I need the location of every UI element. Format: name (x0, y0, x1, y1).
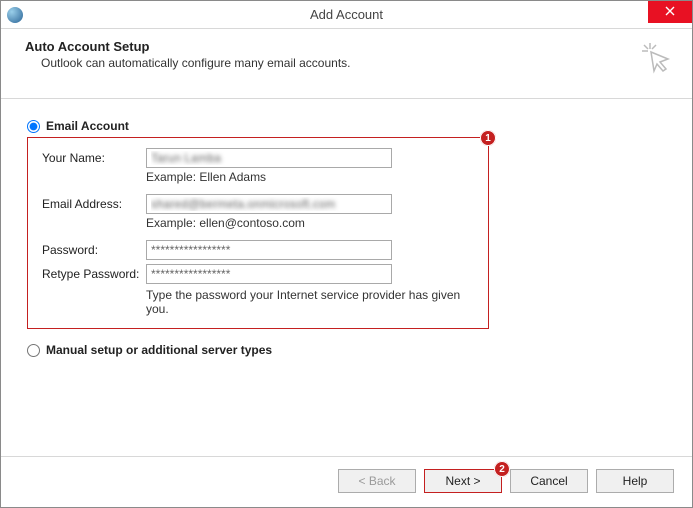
titlebar: Add Account (1, 1, 692, 29)
help-button[interactable]: Help (596, 469, 674, 493)
app-icon (7, 7, 23, 23)
password-row: Password: (42, 240, 474, 260)
email-row: Email Address: (42, 194, 474, 214)
wizard-content: Email Account 1 Your Name: Example: Elle… (1, 99, 692, 456)
cursor-click-icon (638, 39, 674, 80)
email-account-radio-input[interactable] (27, 120, 40, 133)
cancel-button[interactable]: Cancel (510, 469, 588, 493)
manual-setup-radio[interactable]: Manual setup or additional server types (27, 343, 666, 357)
button-bar: < Back Next > 2 Cancel Help (1, 456, 692, 507)
header-subtitle: Outlook can automatically configure many… (41, 56, 351, 70)
callout-badge-2: 2 (494, 461, 510, 477)
name-input[interactable] (146, 148, 392, 168)
retype-password-label: Retype Password: (42, 267, 146, 281)
manual-setup-radio-input[interactable] (27, 344, 40, 357)
name-label: Your Name: (42, 151, 146, 165)
next-button[interactable]: Next > (424, 469, 502, 493)
email-label: Email Address: (42, 197, 146, 211)
back-button: < Back (338, 469, 416, 493)
password-hint: Type the password your Internet service … (146, 288, 474, 316)
close-button[interactable] (648, 1, 692, 23)
manual-setup-label: Manual setup or additional server types (46, 343, 272, 357)
name-example: Example: Ellen Adams (146, 170, 474, 184)
next-button-wrap: Next > 2 (424, 469, 502, 493)
retype-password-input[interactable] (146, 264, 392, 284)
header-title: Auto Account Setup (25, 39, 351, 54)
password-input[interactable] (146, 240, 392, 260)
header-text: Auto Account Setup Outlook can automatic… (25, 39, 351, 70)
password-label: Password: (42, 243, 146, 257)
close-icon (665, 4, 675, 19)
email-example: Example: ellen@contoso.com (146, 216, 474, 230)
email-account-radio[interactable]: Email Account (27, 119, 666, 133)
name-row: Your Name: (42, 148, 474, 168)
email-account-form: 1 Your Name: Example: Ellen Adams Email … (27, 137, 489, 329)
window-title: Add Account (1, 7, 692, 22)
callout-badge-1: 1 (480, 130, 496, 146)
add-account-window: Add Account Auto Account Setup Outlook c… (0, 0, 693, 508)
retype-password-row: Retype Password: (42, 264, 474, 284)
wizard-header: Auto Account Setup Outlook can automatic… (1, 29, 692, 99)
email-account-label: Email Account (46, 119, 129, 133)
email-input[interactable] (146, 194, 392, 214)
